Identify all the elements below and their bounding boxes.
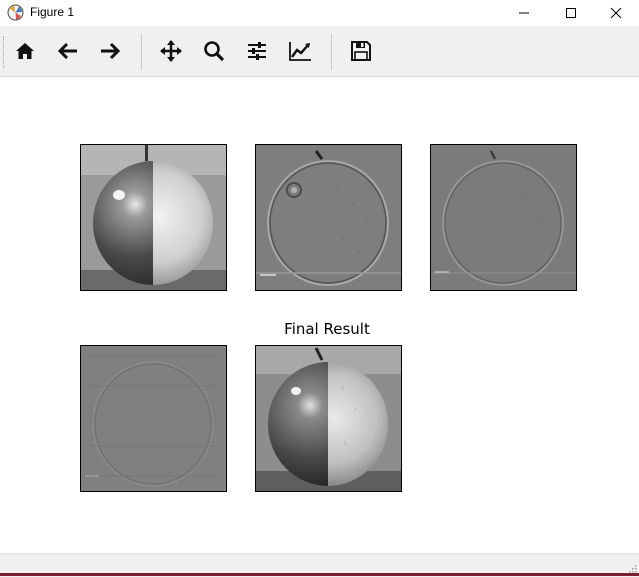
forward-button[interactable] <box>94 35 126 67</box>
navigation-toolbar <box>0 26 639 77</box>
maximize-icon <box>566 8 576 18</box>
subplot-2[interactable] <box>255 144 402 291</box>
search-icon <box>204 41 225 62</box>
toolbar-separator <box>141 34 142 70</box>
home-button[interactable] <box>9 35 41 67</box>
home-icon <box>16 43 34 59</box>
close-icon <box>610 7 622 19</box>
subplot-1[interactable] <box>80 144 227 291</box>
window-title: Figure 1 <box>30 5 75 19</box>
resize-grip-icon[interactable] <box>627 563 637 573</box>
toolbar-separator <box>331 34 332 70</box>
subplot-4[interactable] <box>80 345 227 492</box>
arrow-right-icon <box>101 42 121 60</box>
close-button[interactable] <box>593 0 639 26</box>
configure-subplots-button[interactable] <box>241 35 273 67</box>
line-chart-icon <box>289 42 311 61</box>
toolbar-grip[interactable] <box>3 36 6 68</box>
edit-axes-button[interactable] <box>284 35 316 67</box>
minimize-icon <box>519 12 529 14</box>
move-icon <box>160 40 182 62</box>
title-bar: Figure 1 <box>0 0 639 26</box>
save-icon <box>351 41 371 61</box>
save-button[interactable] <box>345 35 377 67</box>
zoom-button[interactable] <box>198 35 230 67</box>
matplotlib-app-icon <box>7 4 24 21</box>
subplot-3[interactable] <box>430 144 577 291</box>
subplot-4-image <box>81 346 226 491</box>
subplot-2-image <box>256 145 401 290</box>
subplot-3-image <box>431 145 576 290</box>
arrow-left-icon <box>57 42 77 60</box>
maximize-button[interactable] <box>548 0 594 26</box>
subplot-5-title: Final Result <box>284 320 370 338</box>
back-button[interactable] <box>52 35 84 67</box>
subplot-1-image <box>81 145 226 290</box>
subplot-5[interactable] <box>255 345 402 492</box>
pan-button[interactable] <box>155 35 187 67</box>
figure-canvas[interactable]: Final Result <box>0 77 639 553</box>
sliders-icon <box>248 42 266 60</box>
minimize-button[interactable] <box>501 0 547 26</box>
subplot-5-image <box>256 346 401 491</box>
